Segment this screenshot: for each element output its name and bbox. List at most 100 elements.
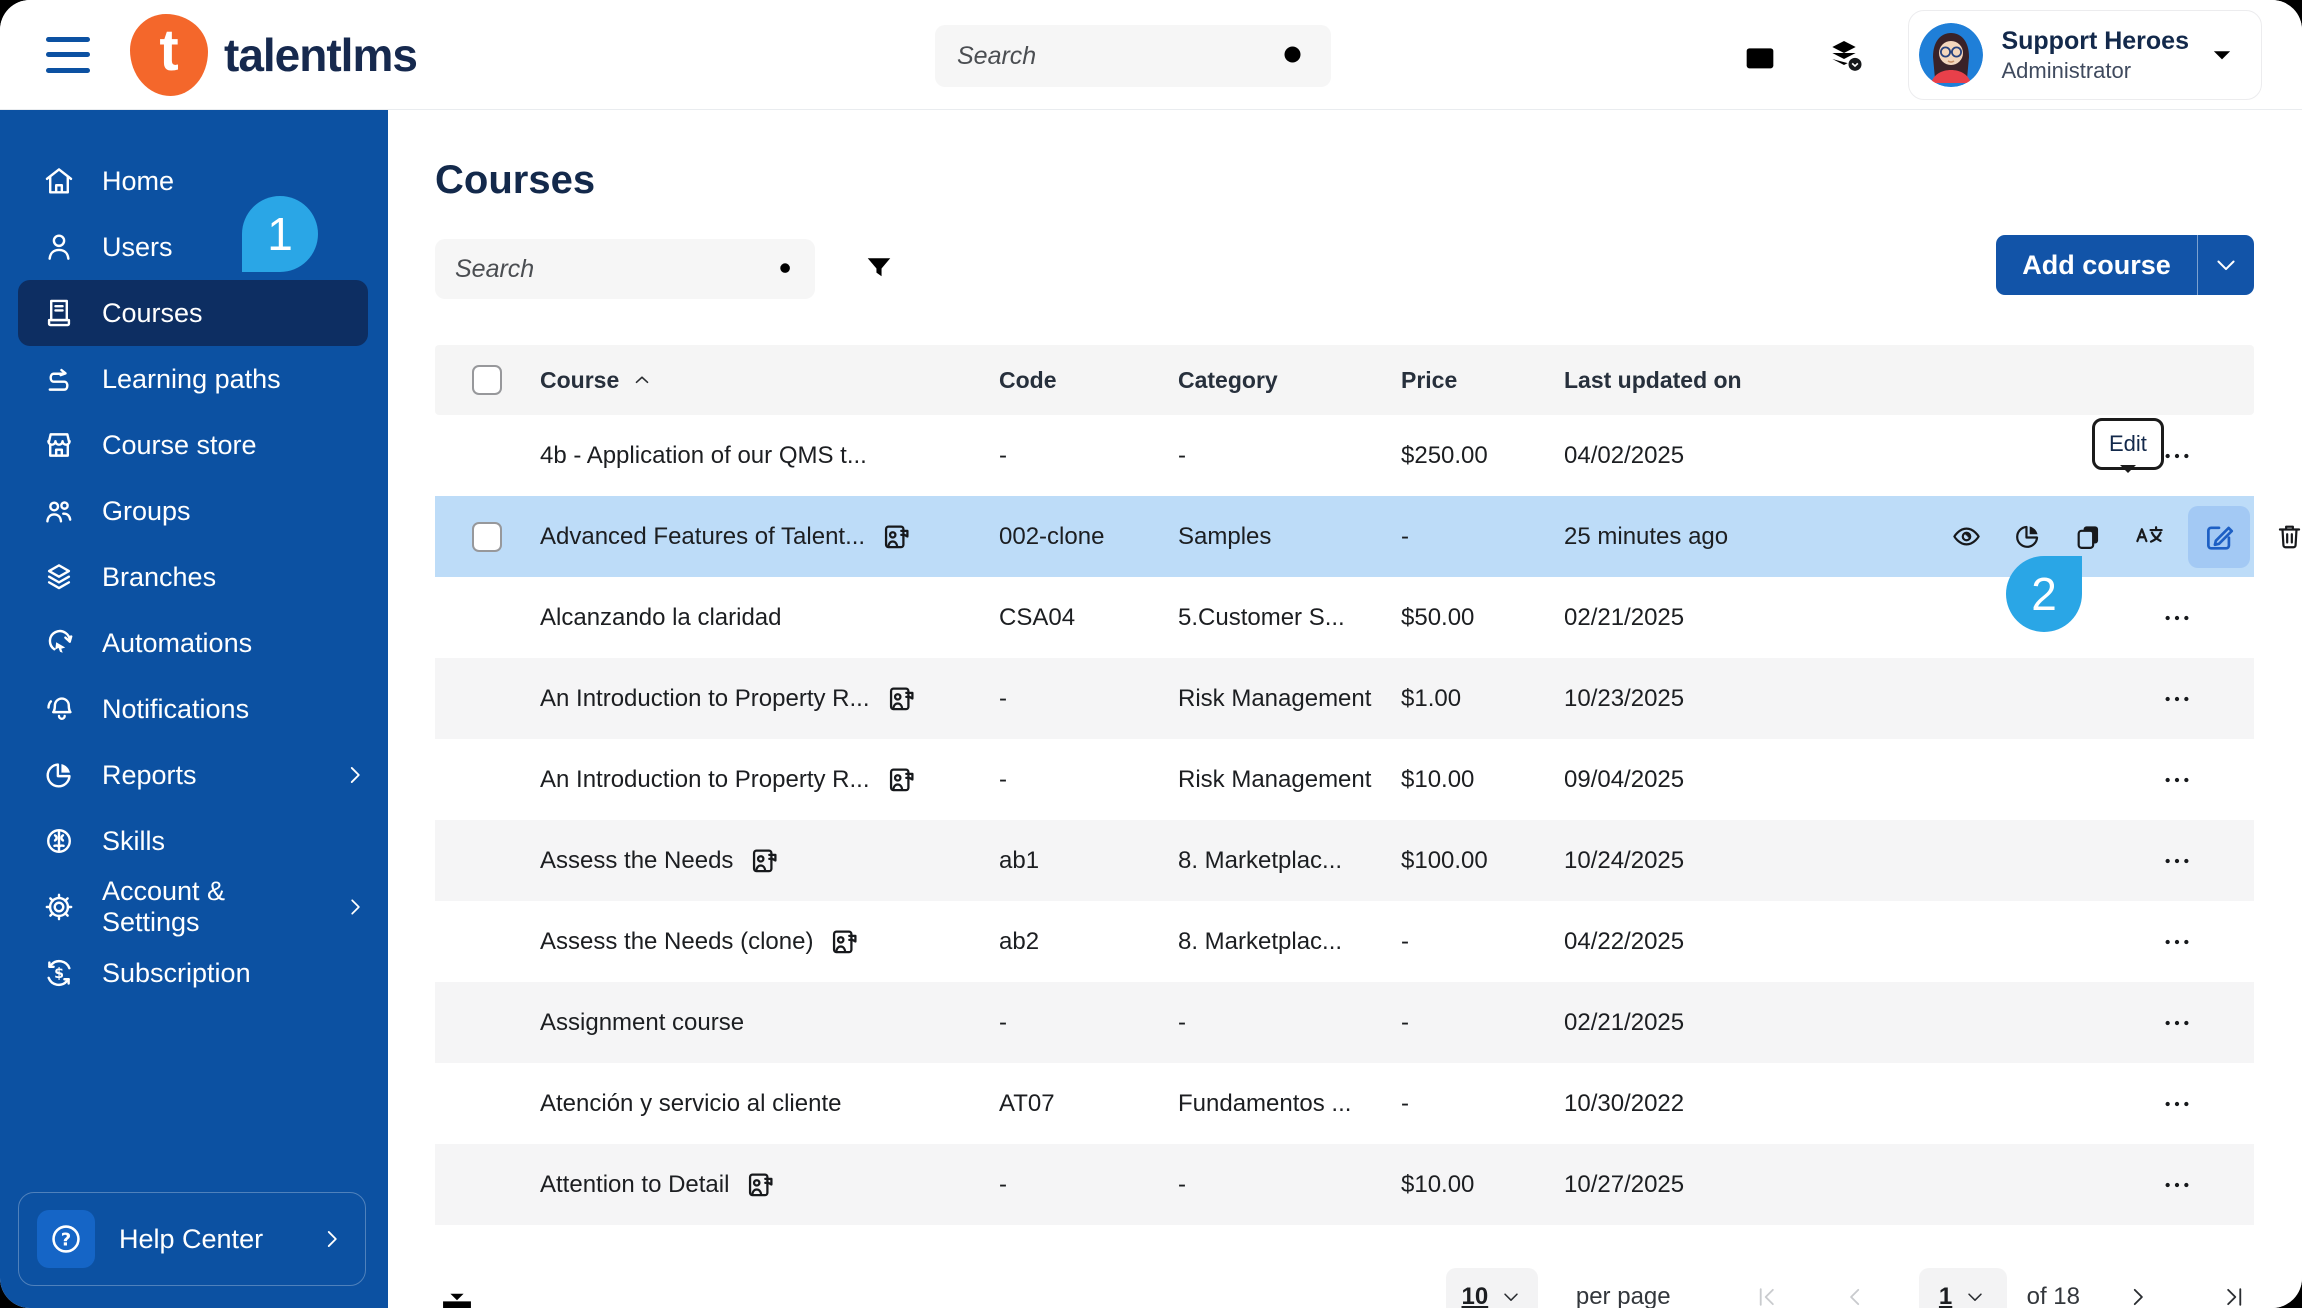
course-name[interactable]: An Introduction to Property R...	[540, 685, 870, 713]
table-footer: 10 per page 1 of 18	[435, 1262, 2254, 1308]
page-select[interactable]: 1	[1918, 1268, 2007, 1308]
course-name[interactable]: Advanced Features of Talent...	[540, 523, 865, 551]
global-search-input[interactable]	[957, 41, 1279, 71]
column-header-category[interactable]: Category	[1178, 367, 1401, 394]
export-download-icon[interactable]	[435, 1275, 479, 1308]
edit-icon	[2202, 520, 2236, 554]
filter-icon[interactable]	[861, 251, 897, 287]
course-name-cell[interactable]: Atención y servicio al cliente	[540, 1090, 999, 1118]
add-course-dropdown[interactable]	[2197, 235, 2254, 295]
column-header-code[interactable]: Code	[999, 367, 1178, 394]
sidebar-item-users[interactable]: Users	[0, 214, 388, 280]
kebab-menu-icon[interactable]	[2156, 840, 2198, 882]
search-icon[interactable]	[777, 253, 795, 285]
course-last-updated: 09/04/2025	[1564, 765, 1685, 793]
course-name[interactable]: Assess the Needs (clone)	[540, 928, 813, 956]
table-row[interactable]: An Introduction to Property R... - Risk Ma…	[435, 658, 2254, 739]
table-row[interactable]: Assignment course - - - 02/21/2025	[435, 982, 2254, 1063]
table-row[interactable]: Assess the Needs ab1 8. Marketplac... $100.…	[435, 820, 2254, 901]
kebab-menu-icon[interactable]	[2156, 678, 2198, 720]
edit-button[interactable]	[2188, 505, 2250, 568]
course-name-cell[interactable]: An Introduction to Property R...	[540, 683, 999, 715]
user-menu[interactable]: Support Heroes Administrator	[1908, 10, 2262, 100]
previous-page-button[interactable]	[1835, 1277, 1875, 1308]
row-actions-cell	[1944, 678, 2254, 720]
next-page-button[interactable]	[2118, 1277, 2158, 1308]
sidebar-item-reports[interactable]: Reports	[0, 742, 388, 808]
kebab-menu-icon[interactable]	[2156, 597, 2198, 639]
course-stack-icon[interactable]	[1824, 35, 1864, 75]
sidebar-item-account-settings[interactable]: Account & Settings	[0, 874, 388, 940]
course-name-cell[interactable]: Advanced Features of Talent...	[540, 521, 999, 553]
last-page-button[interactable]	[2214, 1277, 2254, 1308]
column-header-updated[interactable]: Last updated on	[1564, 367, 1944, 394]
course-name-cell[interactable]: An Introduction to Property R...	[540, 764, 999, 796]
column-header-price[interactable]: Price	[1401, 367, 1564, 394]
messages-icon[interactable]	[1740, 35, 1780, 75]
sidebar-item-learning-paths[interactable]: Learning paths	[0, 346, 388, 412]
row-checkbox[interactable]	[472, 521, 502, 552]
course-name-cell[interactable]: 4b - Application of our QMS t...	[540, 442, 999, 470]
sidebar-item-help-center[interactable]: Help Center	[18, 1192, 366, 1286]
course-name-cell[interactable]: Assess the Needs	[540, 845, 999, 877]
table-row[interactable]: An Introduction to Property R... - Risk Ma…	[435, 739, 2254, 820]
course-code: -	[999, 441, 1007, 469]
course-price: -	[1401, 522, 1409, 550]
course-name-cell[interactable]: Alcanzando la claridad	[540, 604, 999, 632]
reports-button[interactable]	[2005, 515, 2049, 559]
brand-logo[interactable]: t talentlms	[130, 13, 418, 96]
sidebar-item-groups[interactable]: Groups	[0, 478, 388, 544]
course-thumbnail-icon	[829, 926, 861, 958]
sidebar-item-course-store[interactable]: Course store	[0, 412, 388, 478]
sidebar-item-automations[interactable]: Automations	[0, 610, 388, 676]
sidebar-item-skills[interactable]: Skills	[0, 808, 388, 874]
per-page-select[interactable]: 10	[1445, 1268, 1538, 1308]
per-page-label: per page	[1575, 1283, 1671, 1308]
table-row[interactable]: Attention to Detail - - $10.00 10/27/2025	[435, 1144, 2254, 1225]
course-name-cell[interactable]: Assess the Needs (clone)	[540, 926, 999, 958]
course-name-cell[interactable]: Attention to Detail	[540, 1169, 999, 1201]
table-row[interactable]: Alcanzando la claridad CSA04 5.Customer S.…	[435, 577, 2254, 658]
course-name[interactable]: 4b - Application of our QMS t...	[540, 442, 867, 470]
sidebar-item-branches[interactable]: Branches	[0, 544, 388, 610]
course-name[interactable]: Alcanzando la claridad	[540, 604, 782, 632]
kebab-menu-icon[interactable]	[2156, 1083, 2198, 1125]
table-row[interactable]: Advanced Features of Talent... 002-clone S…	[435, 496, 2254, 577]
sidebar-item-label: Courses	[102, 297, 203, 328]
course-name-cell[interactable]: Assignment course	[540, 1009, 999, 1037]
kebab-menu-icon[interactable]	[2156, 921, 2198, 963]
row-actions-cell	[1944, 759, 2254, 801]
hamburger-menu-icon[interactable]	[46, 36, 90, 73]
select-all-checkbox[interactable]	[472, 365, 502, 395]
clone-button[interactable]	[2066, 515, 2110, 559]
add-course-button[interactable]: Add course	[1996, 235, 2254, 295]
table-row[interactable]: 4b - Application of our QMS t... - - $250.0…	[435, 415, 2254, 496]
add-course-label[interactable]: Add course	[1996, 235, 2197, 295]
course-name[interactable]: Assess the Needs	[540, 847, 733, 875]
kebab-menu-icon[interactable]	[2156, 759, 2198, 801]
sidebar-item-label: Groups	[102, 495, 191, 526]
sidebar-item-courses[interactable]: Courses	[18, 280, 368, 346]
delete-button[interactable]	[2267, 515, 2302, 559]
course-name[interactable]: Assignment course	[540, 1009, 744, 1037]
kebab-menu-icon[interactable]	[2156, 1002, 2198, 1044]
search-icon[interactable]	[1279, 40, 1309, 72]
sidebar-item-home[interactable]: Home	[0, 148, 388, 214]
preview-button[interactable]	[1944, 515, 1988, 559]
course-name[interactable]: An Introduction to Property R...	[540, 766, 870, 794]
table-row[interactable]: Assess the Needs (clone) ab2 8. Marketplac…	[435, 901, 2254, 982]
first-page-button[interactable]	[1747, 1277, 1787, 1308]
translate-button[interactable]	[2127, 515, 2171, 559]
kebab-menu-icon[interactable]	[2156, 1164, 2198, 1206]
course-name[interactable]: Atención y servicio al cliente	[540, 1090, 841, 1118]
course-name[interactable]: Attention to Detail	[540, 1171, 729, 1199]
course-last-updated: 04/02/2025	[1564, 441, 1685, 469]
store-icon	[42, 428, 76, 462]
course-search-input[interactable]	[455, 254, 777, 284]
row-actions-cell	[1944, 921, 2254, 963]
column-header-course[interactable]: Course	[540, 367, 999, 394]
sidebar-item-notifications[interactable]: Notifications	[0, 676, 388, 742]
table-row[interactable]: Atención y servicio al cliente AT07 Fundam…	[435, 1063, 2254, 1144]
course-price: -	[1401, 1008, 1409, 1036]
sidebar-item-subscription[interactable]: Subscription	[0, 940, 388, 1006]
